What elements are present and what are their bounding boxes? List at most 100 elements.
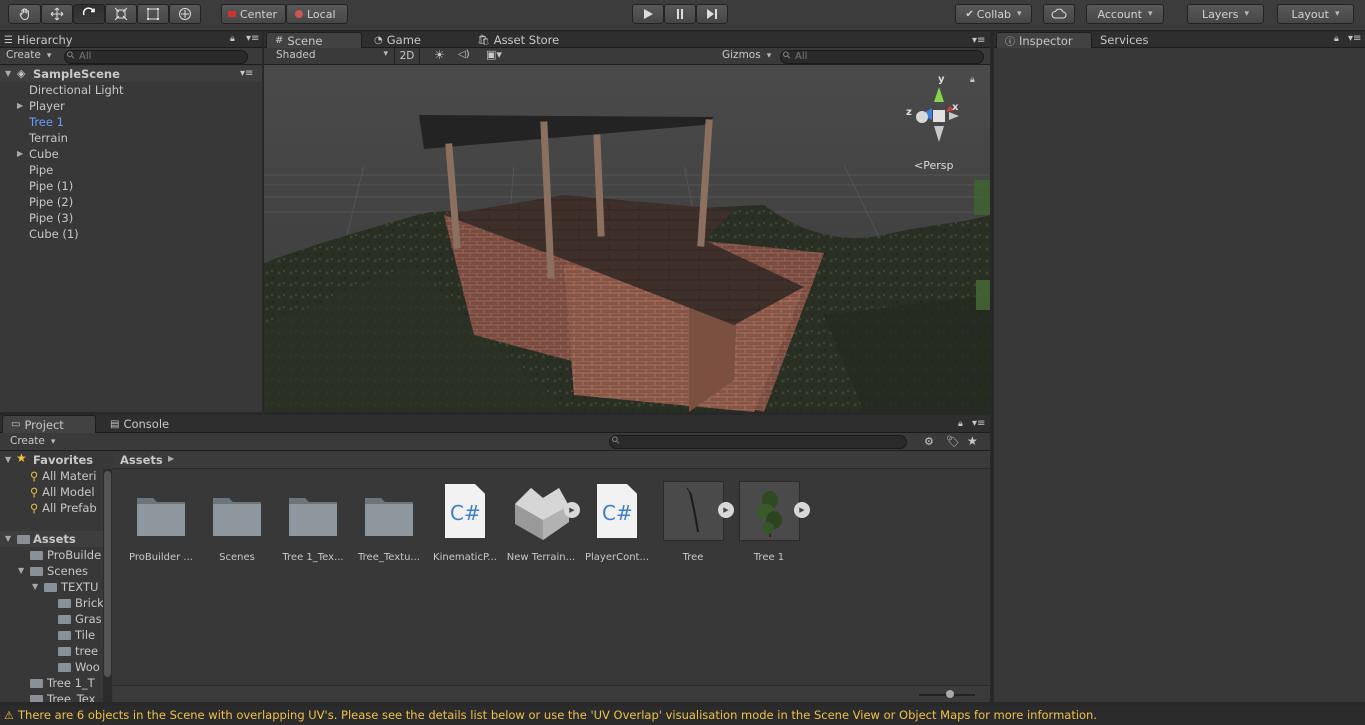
hierarchy-item-pipe[interactable]: Pipe — [0, 162, 262, 178]
step-button[interactable] — [696, 4, 728, 24]
search-icon: ⚲ — [30, 485, 43, 499]
tree-item-grass[interactable]: Gras — [58, 611, 102, 627]
scale-tool-button[interactable] — [105, 4, 137, 24]
tab-inspector[interactable]: ⓘ Inspector — [996, 32, 1092, 48]
pivot-center-button[interactable]: Center — [221, 4, 286, 24]
lighting-toggle-icon[interactable]: ☀ — [434, 48, 445, 62]
folder-icon — [17, 535, 30, 544]
move-tool-button[interactable] — [41, 4, 73, 24]
pause-icon — [677, 9, 683, 19]
hierarchy-item-pipe-3[interactable]: Pipe (3) — [0, 210, 262, 226]
tab-project[interactable]: ▭ Project — [2, 415, 96, 433]
tree-foliage-icon — [757, 491, 782, 537]
favorite-all-models[interactable]: ⚲ All Model — [30, 484, 95, 500]
panel-menu-icon[interactable]: ▾≡ — [246, 33, 259, 44]
status-bar[interactable]: ⚠ There are 6 objects in the Scene with … — [0, 706, 1365, 725]
tab-asset-store[interactable]: 🛍︎ Asset Store — [469, 32, 567, 48]
hierarchy-create-button[interactable]: Create — [6, 49, 51, 61]
hierarchy-item-cube[interactable]: ▶ Cube — [0, 146, 262, 162]
scene-menu-icon[interactable]: ▾≡ — [240, 66, 253, 82]
expand-right-icon[interactable]: ▶ — [17, 146, 23, 162]
play-button[interactable] — [632, 4, 664, 24]
project-create-button[interactable]: Create — [10, 435, 55, 447]
tree-item-wood[interactable]: Woo — [58, 659, 100, 675]
projection-label[interactable]: <Persp — [914, 159, 953, 172]
tree-scrollbar-thumb[interactable] — [104, 471, 111, 677]
tree-item-scenes[interactable]: Scenes — [30, 563, 88, 579]
tab-hierarchy[interactable]: ☰ Hierarchy — [0, 32, 81, 48]
tree-item-textures[interactable]: TEXTU — [44, 579, 98, 595]
icon-size-slider-handle[interactable] — [946, 690, 954, 698]
tree-item-tree-textures[interactable]: Tree_Tex — [30, 691, 95, 702]
audio-toggle-icon[interactable]: ◁) — [458, 49, 470, 60]
lock-icon[interactable]: 🔒︎ — [1334, 34, 1339, 44]
tree-scrollbar[interactable] — [103, 469, 112, 702]
toggle-2d-button[interactable]: 2D — [394, 48, 420, 64]
project-search-input[interactable] — [609, 435, 907, 449]
hierarchy-item-terrain[interactable]: Terrain — [0, 130, 262, 146]
hierarchy-item-directional-light[interactable]: Directional Light — [0, 82, 262, 98]
hand-tool-button[interactable] — [8, 4, 41, 24]
collab-dropdown[interactable]: ✔ Collab — [955, 4, 1032, 24]
tab-services[interactable]: Services — [1092, 32, 1157, 48]
layout-dropdown[interactable]: Layout — [1277, 4, 1354, 24]
hierarchy-item-pipe-2[interactable]: Pipe (2) — [0, 194, 262, 210]
hierarchy-item-pipe-1[interactable]: Pipe (1) — [0, 178, 262, 194]
lock-icon[interactable]: 🔒︎ — [230, 34, 235, 44]
breadcrumb: Assets ▶ — [113, 451, 990, 469]
scene-viewport[interactable] — [264, 65, 990, 412]
asset-tree-textures-folder[interactable]: Tree_Textu... — [354, 480, 424, 563]
tab-scene[interactable]: # Scene — [266, 32, 362, 48]
favorite-star-icon[interactable]: ★ — [967, 434, 978, 448]
rotate-tool-button[interactable] — [73, 4, 105, 24]
space-local-button[interactable]: Local — [286, 4, 348, 24]
asset-scenes-folder[interactable]: Scenes — [202, 480, 272, 563]
tab-console[interactable]: ▤ Console — [102, 415, 177, 433]
hierarchy-search-input[interactable]: All — [64, 50, 248, 64]
breadcrumb-arrow-icon: ▶ — [168, 454, 175, 463]
expand-right-icon[interactable]: ▶ — [17, 98, 23, 114]
cloud-button[interactable] — [1043, 4, 1075, 24]
effects-dropdown-icon[interactable]: ▣▾ — [486, 48, 502, 61]
rect-tool-button[interactable] — [137, 4, 169, 24]
asset-tree1-textures-folder[interactable]: Tree 1_Tex... — [278, 480, 348, 563]
assets-root-row[interactable]: ▼ Assets — [0, 531, 112, 547]
hierarchy-item-tree-1[interactable]: Tree 1 — [0, 114, 262, 130]
tree-item-tree1-textures[interactable]: Tree 1_T — [30, 675, 95, 691]
expand-asset-icon[interactable]: ▶ — [564, 502, 580, 518]
asset-probuilder-folder[interactable]: ProBuilder ... — [126, 480, 196, 563]
account-dropdown[interactable]: Account — [1086, 4, 1164, 24]
expand-asset-icon[interactable]: ▶ — [718, 502, 734, 518]
panel-menu-icon[interactable]: ▾≡ — [1348, 33, 1361, 44]
tree-item-tile[interactable]: Tile — [58, 627, 95, 643]
folder-icon — [137, 498, 185, 536]
panel-menu-icon[interactable]: ▾≡ — [972, 418, 985, 429]
hierarchy-item-cube-1[interactable]: Cube (1) — [0, 226, 262, 242]
gizmo-lock-icon[interactable]: 🔒︎ — [970, 75, 975, 85]
favorite-all-materials[interactable]: ⚲ All Materi — [30, 468, 96, 484]
expand-asset-icon[interactable]: ▶ — [794, 502, 810, 518]
pause-button[interactable] — [664, 4, 696, 24]
expand-down-icon[interactable]: ▼ — [18, 563, 24, 579]
scene-header-row[interactable]: ▼ ◈ SampleScene ▾≡ — [0, 66, 262, 82]
rect-tool-icon — [147, 8, 159, 20]
asset-new-terrain[interactable]: ▶ New Terrain... — [506, 480, 580, 563]
filter-type-icon[interactable]: ⚙ — [924, 435, 934, 448]
shading-mode-dropdown[interactable]: Shaded — [276, 49, 388, 61]
hierarchy-item-player[interactable]: ▶ Player — [0, 98, 262, 114]
transform-tool-button[interactable] — [169, 4, 201, 24]
tree-item-tree[interactable]: tree — [58, 643, 98, 659]
tab-game[interactable]: ◔ Game — [366, 32, 429, 48]
panel-menu-icon[interactable]: ▾≡ — [972, 35, 985, 46]
expand-down-icon[interactable]: ▼ — [5, 452, 11, 468]
expand-down-icon[interactable]: ▼ — [32, 579, 38, 595]
gizmos-dropdown[interactable]: Gizmos — [722, 49, 771, 61]
folder-icon — [44, 583, 57, 592]
tree-item-probuilder[interactable]: ProBuilde — [30, 547, 101, 563]
lock-icon[interactable]: 🔒︎ — [958, 419, 963, 429]
scene-search-input[interactable]: All — [780, 50, 984, 64]
tree-item-brick[interactable]: Brick — [58, 595, 104, 611]
favorite-all-prefabs[interactable]: ⚲ All Prefab — [30, 500, 97, 516]
layers-dropdown[interactable]: Layers — [1187, 4, 1264, 24]
filter-label-icon[interactable]: 🏷︎ — [946, 435, 960, 448]
